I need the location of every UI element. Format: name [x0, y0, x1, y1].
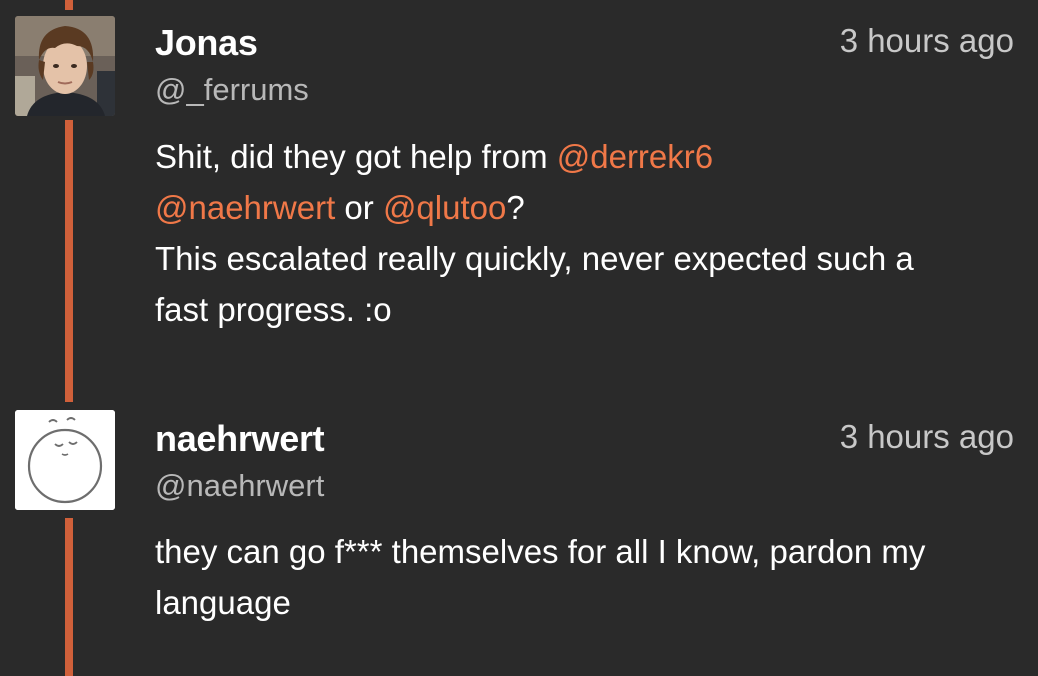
- comment-line: Shit, did they got help from @derrekr6: [155, 131, 1015, 182]
- comment-line: @naehrwert or @qlutoo?: [155, 182, 1015, 233]
- timestamp[interactable]: 3 hours ago: [840, 22, 1014, 60]
- comment-line: language: [155, 584, 291, 621]
- timestamp[interactable]: 3 hours ago: [840, 418, 1014, 456]
- avatar[interactable]: [15, 16, 115, 116]
- comment-text: they can go f*** themselves for all I kn…: [155, 526, 1015, 628]
- comment-line: they can go f*** themselves for all I kn…: [155, 533, 926, 570]
- text-segment: or: [335, 189, 383, 226]
- author-handle[interactable]: @naehrwert: [155, 468, 324, 504]
- author-name[interactable]: Jonas: [155, 22, 258, 64]
- avatar[interactable]: [15, 410, 115, 510]
- author-handle[interactable]: @_ferrums: [155, 72, 309, 108]
- text-segment: ?: [506, 189, 525, 226]
- mention-link[interactable]: @derrekr6: [557, 138, 713, 175]
- comment-post: Jonas @_ferrums 3 hours ago Shit, did th…: [0, 0, 1038, 400]
- mention-link[interactable]: @naehrwert: [155, 189, 335, 226]
- comment-line: fast progress. :o: [155, 291, 392, 328]
- comment-text: Shit, did they got help from @derrekr6 @…: [155, 131, 1015, 335]
- comment-thread: Jonas @_ferrums 3 hours ago Shit, did th…: [0, 0, 1038, 676]
- mention-link[interactable]: @qlutoo: [383, 189, 506, 226]
- author-name[interactable]: naehrwert: [155, 418, 325, 460]
- sleepy-face-drawing-avatar-icon: [15, 410, 115, 510]
- user-photo-avatar-icon: [15, 16, 115, 116]
- comment-post: naehrwert @naehrwert 3 hours ago they ca…: [0, 400, 1038, 676]
- comment-line: This escalated really quickly, never exp…: [155, 240, 914, 277]
- text-segment: Shit, did they got help from: [155, 138, 557, 175]
